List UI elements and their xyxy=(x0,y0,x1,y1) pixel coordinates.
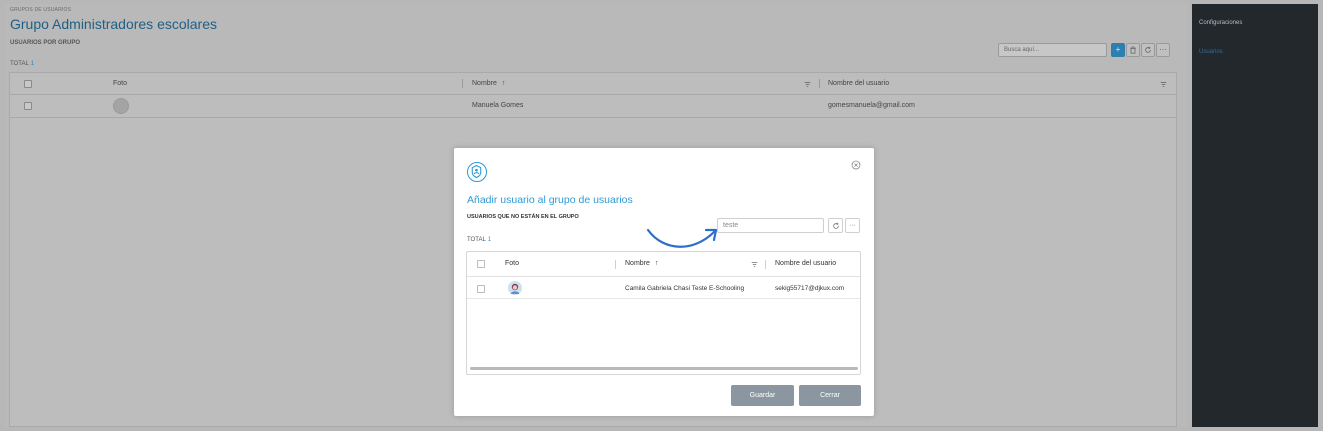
column-separator xyxy=(765,260,766,269)
refresh-icon xyxy=(832,222,839,229)
sort-up-icon: ↑ xyxy=(501,80,506,87)
add-button[interactable]: + xyxy=(1111,43,1125,57)
column-separator xyxy=(615,260,616,269)
avatar xyxy=(113,98,129,114)
column-separator xyxy=(462,79,463,88)
refresh-button[interactable] xyxy=(1141,43,1155,57)
total-count: TOTAL 1 xyxy=(10,61,34,67)
page-title: Grupo Administradores escolares xyxy=(10,16,217,32)
table-header: Foto Nombre ↑ Nombre del usuario xyxy=(10,73,1176,95)
column-foto: Foto xyxy=(505,260,520,267)
delete-button[interactable] xyxy=(1126,43,1140,57)
users-group-icon xyxy=(467,162,487,182)
column-nombre-label: Nombre xyxy=(472,80,497,87)
annotation-arrow-icon xyxy=(646,228,718,248)
add-user-modal: Añadir usuario al grupo de usuarios USUA… xyxy=(454,148,874,416)
column-nombre[interactable]: Nombre ↑ xyxy=(472,80,505,87)
table-row[interactable]: Manuela Gomes gomesmanuela@gmail.com xyxy=(10,95,1176,118)
app: GRUPOS DE USUARIOS Grupo Administradores… xyxy=(0,0,1323,431)
column-separator xyxy=(819,79,820,88)
breadcrumb: GRUPOS DE USUARIOS xyxy=(10,7,72,13)
row-nombre: Camila Gabriela Chasi Teste E-Schooling xyxy=(625,285,745,292)
modal-title: Añadir usuario al grupo de usuarios xyxy=(467,194,633,206)
plus-icon: + xyxy=(1115,45,1121,54)
refresh-icon xyxy=(1145,46,1151,53)
sidebar-item-usuarios[interactable]: Usuarios xyxy=(1199,49,1223,55)
modal-users-table: Foto Nombre ↑ Nombre del usuario Camila … xyxy=(466,251,861,375)
modal-subtitle: USUARIOS QUE NO ESTÁN EN EL GRUPO xyxy=(467,214,579,220)
more-options-button[interactable]: ··· xyxy=(1156,43,1170,57)
right-sidebar: Configuraciones Usuarios xyxy=(1192,4,1318,427)
filter-icon[interactable] xyxy=(804,81,811,88)
column-usuario: Nombre del usuario xyxy=(775,260,837,267)
search-input[interactable]: Busca aquí... xyxy=(998,43,1107,57)
section-subtitle: USUARIOS POR GRUPO xyxy=(10,40,81,46)
horizontal-scrollbar[interactable] xyxy=(470,367,858,370)
column-nombre-label: Nombre xyxy=(625,260,650,267)
sidebar-item-configuraciones[interactable]: Configuraciones xyxy=(1199,20,1242,26)
select-all-checkbox[interactable] xyxy=(24,80,32,88)
column-nombre[interactable]: Nombre ↑ xyxy=(625,260,658,267)
row-usuario: sekig55717@djkux.com xyxy=(775,285,845,292)
filter-icon[interactable] xyxy=(751,261,758,268)
row-nombre: Manuela Gomes xyxy=(472,102,524,109)
modal-refresh-button[interactable] xyxy=(828,218,843,233)
column-usuario: Nombre del usuario xyxy=(828,80,890,87)
total-label: TOTAL xyxy=(467,237,486,243)
close-button[interactable]: Cerrar xyxy=(799,385,861,406)
row-usuario: gomesmanuela@gmail.com xyxy=(828,102,915,109)
total-value: 1 xyxy=(487,237,492,243)
trash-icon xyxy=(1130,46,1136,54)
avatar xyxy=(508,281,522,295)
save-button[interactable]: Guardar xyxy=(731,385,794,406)
select-all-checkbox[interactable] xyxy=(477,260,485,268)
close-icon[interactable] xyxy=(851,160,861,170)
modal-search-input[interactable] xyxy=(717,218,824,233)
column-foto: Foto xyxy=(113,80,128,87)
modal-total-count: TOTAL 1 xyxy=(467,237,491,243)
row-checkbox[interactable] xyxy=(477,285,485,293)
filter-icon[interactable] xyxy=(1160,81,1167,88)
modal-more-options-button[interactable]: ··· xyxy=(845,218,860,233)
total-label: TOTAL xyxy=(10,61,29,67)
sort-up-icon: ↑ xyxy=(654,260,659,267)
modal-table-header: Foto Nombre ↑ Nombre del usuario xyxy=(467,252,860,277)
total-value: 1 xyxy=(30,61,35,67)
table-row[interactable]: Camila Gabriela Chasi Teste E-Schooling … xyxy=(467,277,860,299)
row-checkbox[interactable] xyxy=(24,102,32,110)
